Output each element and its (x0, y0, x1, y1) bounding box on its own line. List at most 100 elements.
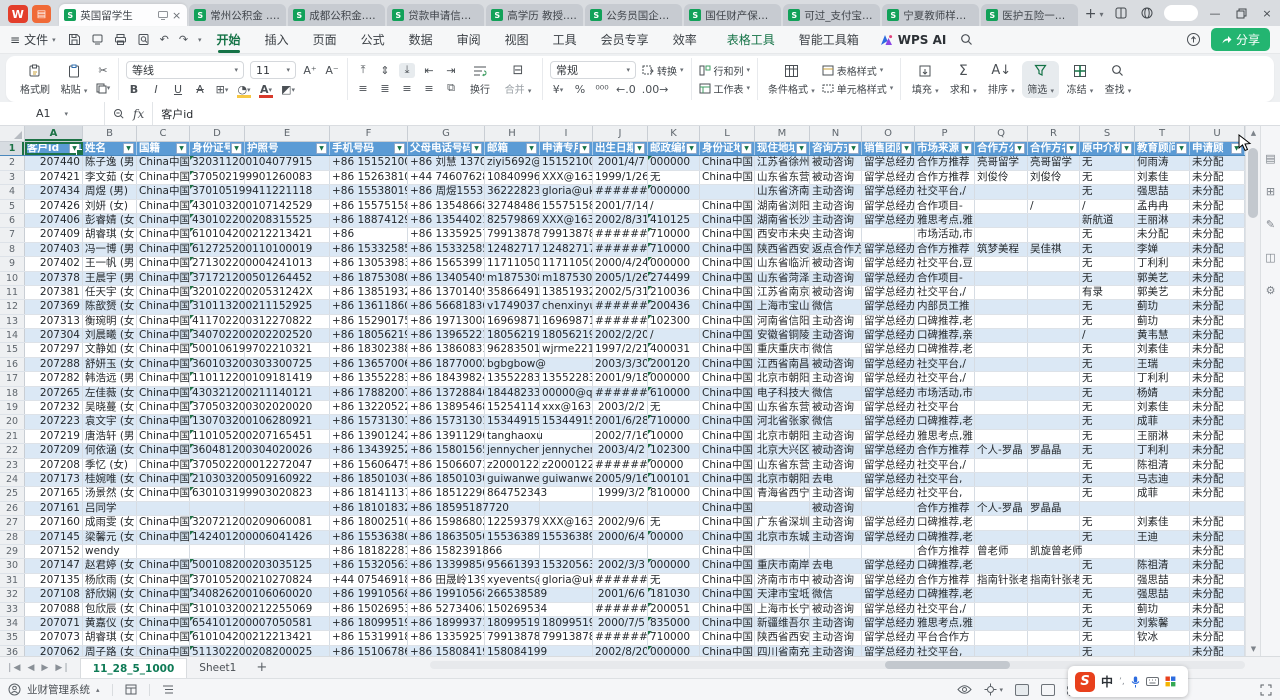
cell[interactable]: 358664913 (485, 286, 540, 299)
cell[interactable]: +86 18595187720 (408, 502, 485, 515)
menu-item-插入[interactable]: 插入 (264, 26, 290, 53)
cell[interactable]: 340826200106060020 (190, 588, 245, 601)
align-middle-icon[interactable]: ⇕ (377, 63, 393, 78)
cell[interactable]: 无 (648, 171, 700, 184)
cell[interactable]: 155363896 (540, 531, 593, 544)
document-tab[interactable]: S医护五险一金.xlsx (981, 4, 1078, 26)
format-painter-button[interactable]: 格式刷 (17, 63, 53, 96)
cell[interactable]: 留学总经办 (862, 473, 915, 486)
cell[interactable]: 158084199 (485, 646, 540, 656)
cell[interactable]: +86 1335925706 (408, 631, 485, 644)
column-header-P[interactable]: P (915, 126, 975, 141)
cell[interactable]: +86 1506607386 (408, 459, 485, 472)
cell[interactable] (593, 502, 648, 515)
cell[interactable]: 153449155 (485, 415, 540, 428)
cell[interactable]: 未分配 (1190, 315, 1245, 328)
cell[interactable]: 200051 (648, 603, 700, 616)
cell[interactable]: 社交平台, (915, 473, 975, 486)
cell[interactable]: 主动咨询 (810, 272, 862, 285)
cell[interactable]: China中国 (700, 459, 755, 472)
cell[interactable]: 207088 (25, 603, 83, 616)
cell[interactable] (1028, 286, 1080, 299)
row-number[interactable]: 9 (0, 257, 25, 270)
cell[interactable]: / (1080, 329, 1135, 342)
cell[interactable]: 吴佳祺 (1028, 243, 1080, 256)
cell[interactable]: 赵君婷 (女 (83, 559, 137, 572)
cell[interactable]: 207108 (25, 588, 83, 601)
cell[interactable]: 未分配 (1190, 300, 1245, 313)
cell[interactable]: 2002/5/31 (593, 286, 648, 299)
underline-button[interactable]: U (170, 82, 186, 97)
cell[interactable]: +86 18501030 (330, 473, 408, 486)
cell[interactable]: 207265 (25, 387, 83, 400)
cell[interactable] (1028, 473, 1080, 486)
cell[interactable]: 陕西省西安 (755, 631, 810, 644)
cell[interactable]: +86 18182281 (330, 545, 408, 558)
cell[interactable]: 新航道 (1080, 214, 1135, 227)
cell[interactable]: 山东省东营 (755, 401, 810, 414)
column-header-H[interactable]: H (485, 126, 540, 141)
fullscreen-icon[interactable] (1260, 684, 1272, 696)
cell[interactable] (1080, 545, 1135, 558)
cell[interactable]: 370503200302020020 (190, 401, 245, 414)
cell[interactable]: 2002/8/31 (593, 214, 648, 227)
cell[interactable]: 825798695 (485, 214, 540, 227)
cell[interactable]: 无 (1080, 185, 1135, 198)
document-tab[interactable]: S贷款申请信息.xlsx (387, 4, 484, 26)
header-cell[interactable]: 申请顾▼ (1190, 142, 1245, 155)
cell[interactable]: 孟冉冉 (1135, 200, 1190, 213)
cell[interactable]: 360103200303300725 (190, 358, 245, 371)
cell[interactable]: 207173 (25, 473, 83, 486)
cell[interactable]: 207232 (25, 401, 83, 414)
cell[interactable]: +86 15152100 (330, 156, 408, 169)
cell[interactable]: 无 (1080, 516, 1135, 529)
cell[interactable]: China中国 (700, 286, 755, 299)
cell[interactable]: v17490376 (485, 300, 540, 313)
cell[interactable]: 207219 (25, 430, 83, 443)
cell[interactable] (593, 545, 648, 558)
cell[interactable]: +86 19910568 (330, 588, 408, 601)
cell[interactable]: +86 18056219 (330, 329, 408, 342)
cell[interactable]: 留学总经办 (862, 559, 915, 572)
cell[interactable]: 河北省张家 (755, 415, 810, 428)
cell[interactable]: 799138782 (540, 228, 593, 241)
cell[interactable]: 未分配 (1190, 588, 1245, 601)
cell[interactable] (1028, 415, 1080, 428)
select-all-corner[interactable] (0, 126, 25, 141)
table-style-button[interactable]: 表格样式▾ (822, 63, 884, 78)
cell[interactable] (1135, 646, 1190, 656)
cell[interactable]: China中国 (700, 588, 755, 601)
cell[interactable]: China中国 (137, 214, 190, 227)
conditional-format-button[interactable]: 条件格式 ▾ (765, 63, 818, 96)
cell[interactable]: 陕西省西安 (755, 243, 810, 256)
header-cell[interactable]: 邮箱▼ (485, 142, 540, 155)
cell[interactable] (1028, 372, 1080, 385)
cell[interactable] (245, 502, 330, 515)
cell[interactable]: China中国 (137, 358, 190, 371)
cell[interactable]: China中国 (137, 228, 190, 241)
cell[interactable]: xyevents@ (485, 574, 540, 587)
filter-button[interactable]: ▼ (848, 143, 859, 154)
cell[interactable]: +86 15606475 (330, 459, 408, 472)
cell[interactable]: 江苏省徐州 (755, 156, 810, 169)
cell[interactable]: guiwanwei (485, 473, 540, 486)
cell[interactable]: 雅思考点,雅 (915, 617, 975, 630)
cell[interactable] (975, 286, 1028, 299)
cell[interactable]: 留学总经办 (862, 574, 915, 587)
cell[interactable]: 未分配 (1190, 387, 1245, 400)
cell[interactable]: 王丽淋 (1135, 214, 1190, 227)
row-number[interactable]: 17 (0, 372, 25, 385)
cell[interactable]: 指南针张老师 (975, 574, 1028, 587)
cell[interactable]: 内部员工推 (915, 300, 975, 313)
cell[interactable]: 未分配 (1190, 286, 1245, 299)
cell[interactable]: 2003/2/2 (593, 401, 648, 414)
cell[interactable]: +86 13552283 (330, 372, 408, 385)
copy-button[interactable]: ▾ (95, 81, 111, 96)
cell[interactable] (1080, 502, 1135, 515)
cell[interactable]: 左佳薇 (女 (83, 387, 137, 400)
cell[interactable]: 710000 (648, 415, 700, 428)
cell[interactable]: 未分配 (1190, 545, 1245, 558)
sheet-tab-11_28_5_1000[interactable]: 11_28_5_1000 (80, 658, 188, 679)
cell[interactable]: 王迪 (1135, 531, 1190, 544)
cell[interactable]: 370105199411221118 (190, 185, 245, 198)
